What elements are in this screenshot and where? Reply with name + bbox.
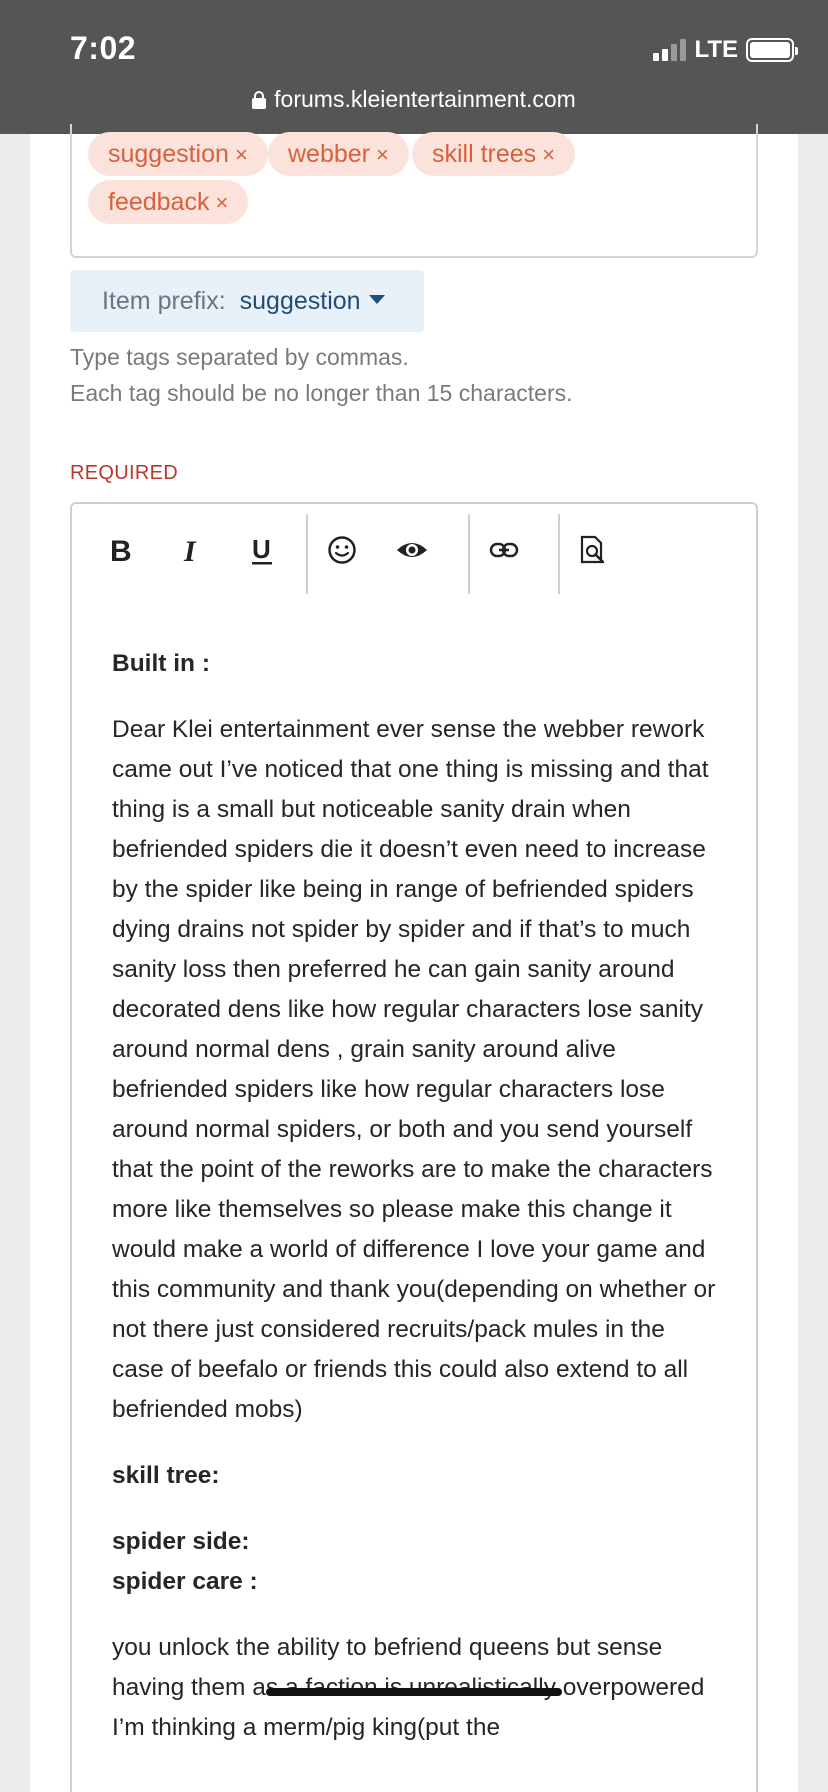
heading-spider-side: spider side: [112, 1528, 250, 1555]
signal-icon [653, 39, 687, 61]
tags-length-hint: Each tag should be no longer than 15 cha… [70, 380, 573, 406]
tag-label: skill trees [432, 140, 537, 168]
remove-tag-icon[interactable]: × [542, 142, 555, 167]
tag-label: webber [288, 140, 370, 168]
tag-chip: webber × [268, 132, 409, 176]
toolbar-divider [558, 514, 560, 594]
remove-tag-icon[interactable]: × [215, 190, 228, 215]
item-prefix-value: suggestion [239, 286, 361, 315]
heading-spider-care: spider care : [112, 1568, 258, 1595]
heading-skill-tree: skill tree: [112, 1462, 220, 1489]
tag-chip: skill trees × [412, 132, 576, 176]
svg-text:U: U [252, 534, 271, 564]
caret-down-icon [368, 294, 385, 304]
url-text: forums.kleientertainment.com [274, 86, 576, 112]
link-icon[interactable] [484, 530, 524, 570]
preview-icon[interactable] [572, 530, 612, 570]
spoiler-eye-icon[interactable] [392, 530, 432, 570]
tags-input-box[interactable]: suggestion × webber × skill trees × feedbac… [70, 124, 758, 258]
status-indicators: LTE [653, 36, 798, 64]
emoji-icon[interactable] [322, 530, 362, 570]
body-paragraph: Dear Klei entertainment ever sense the w… [112, 716, 716, 1423]
editor-toolbar: B I U [72, 514, 756, 594]
post-form-panel: suggestion × webber × skill trees × feedbac… [30, 124, 798, 1792]
lock-icon [252, 90, 267, 109]
svg-text:I: I [183, 535, 197, 565]
toolbar-divider [306, 514, 308, 594]
editor-content[interactable]: Built in : Dear Klei entertainment ever … [112, 644, 720, 1774]
tags-hint: Type tags separated by commas. [70, 344, 409, 370]
battery-icon [746, 38, 798, 62]
home-indicator-bar [266, 1688, 562, 1696]
status-time: 7:02 [70, 30, 137, 66]
browser-status-bar: 7:02 LTE forums.kleientertainment.com [0, 0, 828, 134]
item-prefix-selector[interactable]: Item prefix: suggestion [70, 270, 424, 332]
toolbar-divider [468, 514, 470, 594]
tag-label: feedback [108, 188, 210, 216]
italic-icon[interactable]: I [172, 530, 212, 570]
rich-text-editor[interactable]: B I U Built in : Dear Klei entertainment… [70, 502, 758, 1792]
tag-chip: suggestion × [88, 132, 268, 176]
remove-tag-icon[interactable]: × [376, 142, 389, 167]
bold-icon[interactable]: B [100, 530, 140, 570]
tag-chip: feedback × [88, 180, 249, 224]
url-bar[interactable]: forums.kleientertainment.com [0, 86, 828, 113]
underline-icon[interactable]: U [242, 530, 282, 570]
network-label: LTE [694, 36, 738, 63]
remove-tag-icon[interactable]: × [235, 142, 248, 167]
required-label: REQUIRED [70, 462, 178, 484]
item-prefix-label: Item prefix: [102, 286, 226, 315]
tag-label: suggestion [108, 140, 229, 168]
svg-text:B: B [110, 535, 132, 565]
heading-built-in: Built in : [112, 650, 210, 677]
